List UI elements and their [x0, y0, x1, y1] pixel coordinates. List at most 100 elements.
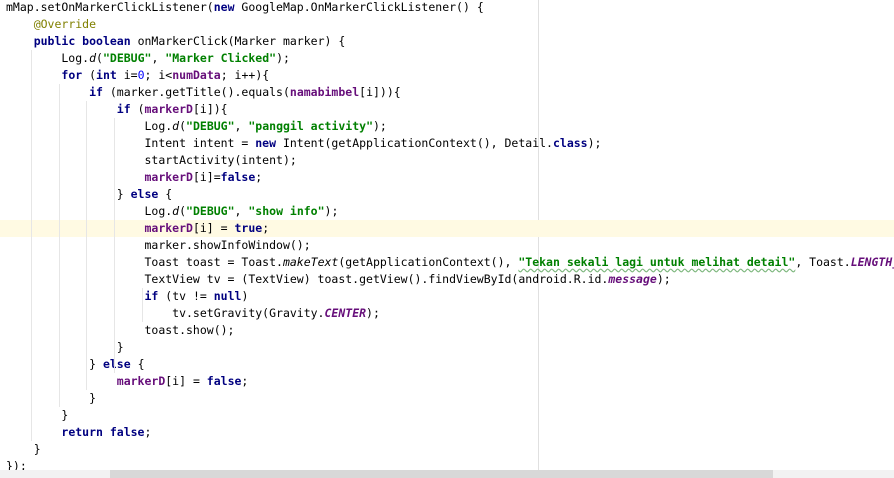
code-line[interactable]: markerD[i]=false; — [0, 169, 894, 186]
code-token: makeText — [282, 255, 339, 269]
indent-guide — [30, 50, 32, 441]
code-line[interactable]: Intent intent = new Intent(getApplicatio… — [0, 135, 894, 152]
code-token: ); — [656, 272, 671, 286]
code-token: false — [206, 374, 242, 388]
code-line[interactable]: markerD[i] = false; — [0, 373, 894, 390]
horizontal-scrollbar[interactable] — [0, 470, 894, 478]
code-line[interactable]: } else { — [0, 186, 894, 203]
code-token: message — [608, 272, 657, 286]
code-token: } — [6, 357, 103, 371]
code-line[interactable]: markerD[i] = true; — [0, 220, 894, 237]
code-token: } — [6, 391, 97, 405]
code-token: toast.show(); — [6, 323, 235, 337]
code-line[interactable]: if (marker.getTitle().equals(namabimbel[… — [0, 84, 894, 101]
code-line[interactable]: } — [0, 407, 894, 424]
code-token: mMap.setOnMarkerClickListener( — [6, 0, 214, 14]
indent-guide — [86, 101, 88, 390]
code-token: } — [6, 340, 124, 354]
code-token: CENTER — [324, 306, 367, 320]
code-token: GoogleMap.OnMarkerClickListener() { — [234, 0, 484, 14]
code-token: "panggil activity" — [248, 119, 373, 133]
code-token: LENGTH_SHORT — [850, 255, 894, 269]
code-token: int — [96, 68, 117, 82]
code-token: } — [6, 408, 69, 422]
code-token: "Tekan sekali lagi untuk melihat detail" — [518, 255, 796, 269]
code-token: markerD — [144, 221, 193, 235]
code-token: Intent intent = — [6, 136, 256, 150]
code-token: } — [6, 187, 131, 201]
code-line[interactable]: TextView tv = (TextView) toast.getView()… — [0, 271, 894, 288]
code-token: ; i< — [144, 68, 173, 82]
code-token: 0 — [137, 68, 145, 82]
code-token: new — [255, 136, 277, 150]
code-line[interactable]: Log.d("DEBUG", "show info"); — [0, 203, 894, 220]
code-token: onMarkerClick(Marker marker) { — [130, 34, 346, 48]
code-token: new — [213, 0, 235, 14]
code-token: if — [116, 102, 131, 116]
code-token: if — [144, 289, 159, 303]
code-token: ; — [241, 374, 249, 388]
code-token: ; — [255, 170, 263, 184]
code-token: [i]){ — [192, 102, 228, 116]
code-token: ); — [366, 306, 380, 320]
scrollbar-thumb[interactable] — [110, 470, 773, 478]
code-line[interactable]: @Override — [0, 16, 894, 33]
code-token: [i])){ — [359, 85, 401, 99]
code-token: [i] = — [192, 221, 235, 235]
code-token: } — [6, 442, 41, 456]
code-token: "DEBUG" — [186, 204, 235, 218]
code-token: ); — [373, 119, 387, 133]
code-line[interactable]: startActivity(intent); — [0, 152, 894, 169]
code-line[interactable]: if (tv != null) — [0, 288, 894, 305]
code-token: else — [102, 357, 131, 371]
code-line[interactable]: marker.showInfoWindow(); — [0, 237, 894, 254]
code-token: ); — [276, 51, 290, 65]
code-token: ( — [130, 102, 145, 116]
code-token: , Toast. — [795, 255, 851, 269]
code-token: (tv != — [158, 289, 214, 303]
code-line[interactable]: Log.d("DEBUG", "Marker Clicked"); — [0, 50, 894, 67]
code-line[interactable]: } — [0, 390, 894, 407]
code-token: TextView tv = (TextView) toast.getView()… — [6, 272, 609, 286]
code-line[interactable]: } — [0, 441, 894, 458]
code-editor[interactable]: mMap.setOnMarkerClickListener(new Google… — [0, 0, 894, 473]
code-token: "DEBUG" — [102, 51, 152, 65]
code-token: public boolean — [33, 34, 131, 48]
code-token: i= — [116, 68, 138, 82]
code-line[interactable]: public boolean onMarkerClick(Marker mark… — [0, 33, 894, 50]
code-token: @Override — [33, 17, 97, 31]
code-line[interactable]: Toast toast = Toast.makeText(getApplicat… — [0, 254, 894, 271]
code-line[interactable]: } — [0, 339, 894, 356]
code-line[interactable]: Log.d("DEBUG", "panggil activity"); — [0, 118, 894, 135]
code-line[interactable]: tv.setGravity(Gravity.CENTER); — [0, 305, 894, 322]
code-line[interactable]: toast.show(); — [0, 322, 894, 339]
code-token: d — [89, 51, 97, 65]
code-token: , — [234, 204, 249, 218]
code-token: namabimbel — [289, 85, 360, 99]
indent-guide — [141, 288, 143, 322]
indent-guide — [58, 84, 60, 407]
code-token: tv.setGravity(Gravity. — [6, 306, 325, 320]
code-line[interactable]: for (int i=0; i<numData; i++){ — [0, 67, 894, 84]
code-token: ( — [96, 51, 103, 65]
code-token: markerD — [116, 374, 166, 388]
code-token: numData — [172, 68, 221, 82]
code-token: (marker.getTitle().equals( — [102, 85, 290, 99]
code-line[interactable]: } else { — [0, 356, 894, 373]
indent-guide — [114, 118, 116, 373]
code-token: markerD — [144, 170, 193, 184]
code-token: [i] = — [165, 374, 207, 388]
code-line[interactable]: if (markerD[i]){ — [0, 101, 894, 118]
code-token: ); — [324, 204, 339, 218]
code-token: else — [130, 187, 159, 201]
code-token: { — [158, 187, 173, 201]
code-token: if — [89, 85, 103, 99]
code-line[interactable]: mMap.setOnMarkerClickListener(new Google… — [0, 0, 894, 16]
code-line[interactable]: return false; — [0, 424, 894, 441]
